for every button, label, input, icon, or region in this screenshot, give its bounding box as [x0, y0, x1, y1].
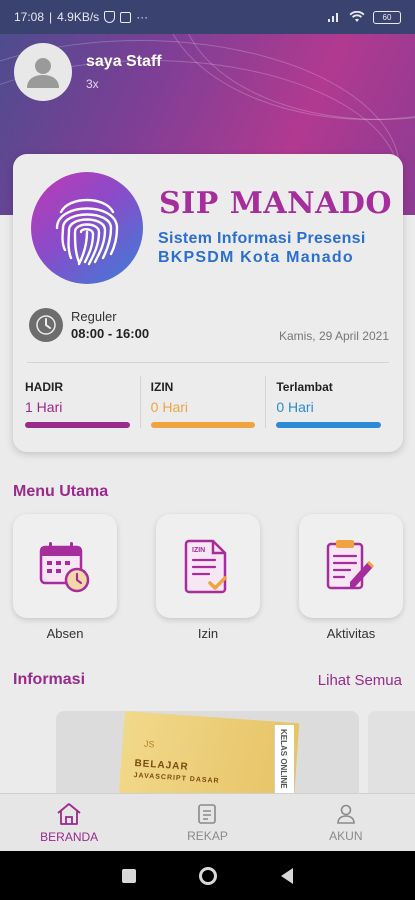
signal-icon — [328, 13, 338, 22]
more-notifications-icon: ··· — [136, 10, 149, 24]
home-button[interactable] — [199, 866, 218, 885]
app-title: SIP MANADO — [159, 186, 393, 221]
shift-name: Reguler — [71, 309, 117, 324]
nav-beranda[interactable]: BERANDA — [0, 794, 138, 851]
person-icon — [27, 58, 59, 88]
stat-label: IZIN — [150, 380, 174, 394]
wifi-icon — [349, 11, 365, 22]
document-check-icon: IZIN — [184, 539, 227, 594]
nav-akun[interactable]: AKUN — [277, 794, 415, 851]
stat-izin[interactable]: IZIN 0 Hari — [139, 376, 266, 428]
info-banner-card-next[interactable] — [368, 711, 415, 801]
app-subtitle-2: BKPSDM Kota Manado — [158, 249, 354, 266]
stat-bar — [150, 422, 256, 428]
profile-header[interactable]: saya Staff 3x — [14, 43, 162, 101]
user-icon — [337, 804, 355, 824]
clock-icon — [29, 308, 63, 342]
menu-aktivitas-label: Aktivitas — [326, 626, 376, 641]
menu-aktivitas-button[interactable] — [299, 514, 403, 618]
current-date: Kamis, 29 April 2021 — [278, 329, 389, 343]
attendance-card: SIP MANADO Sistem Informasi Presensi BKP… — [13, 154, 403, 452]
status-bar: 17:08 | 4.9KB/s ··· 60 — [0, 0, 415, 34]
menu-section-title: Menu Utama — [13, 483, 109, 500]
stat-value: 0 Hari — [276, 399, 314, 415]
nav-akun-label: AKUN — [329, 828, 363, 843]
user-name: saya Staff — [86, 53, 162, 70]
home-icon — [57, 802, 81, 825]
avatar[interactable] — [14, 43, 72, 101]
shift-time: 08:00 - 16:00 — [71, 326, 150, 341]
stat-label: Terlambat — [276, 380, 333, 394]
report-icon — [198, 803, 217, 824]
banner-logo: JS — [143, 738, 155, 750]
menu-absen-label: Absen — [46, 626, 84, 641]
banner-side: KELAS ONLINE — [274, 725, 294, 801]
attendance-stats: HADIR 1 Hari IZIN 0 Hari Terlambat 0 Har… — [25, 376, 391, 428]
message-icon — [120, 11, 132, 23]
menu-absen-button[interactable] — [13, 514, 117, 618]
stat-hadir[interactable]: HADIR 1 Hari — [25, 376, 140, 428]
nav-rekap-label: REKAP — [187, 828, 228, 843]
stat-value: 1 Hari — [25, 399, 63, 415]
status-time: 17:08 — [14, 10, 45, 24]
stat-terlambat[interactable]: Terlambat 0 Hari — [265, 376, 391, 428]
fingerprint-icon — [55, 198, 119, 266]
fingerprint-logo — [31, 172, 143, 284]
stat-label: HADIR — [25, 380, 63, 394]
banner-image — [117, 711, 300, 801]
clipboard-edit-icon — [326, 540, 375, 590]
menu-izin-label: Izin — [197, 626, 219, 641]
schedule-info: Reguler 08:00 - 16:00 — [29, 308, 149, 342]
info-section-title: Informasi — [13, 671, 86, 688]
app-subtitle-1: Sistem Informasi Presensi — [158, 230, 366, 247]
stat-bar — [276, 422, 382, 428]
calendar-clock-icon — [39, 542, 90, 593]
user-subtitle: 3x — [86, 77, 99, 91]
battery-icon: 60 — [373, 10, 401, 24]
shield-icon — [104, 11, 116, 23]
divider — [27, 362, 389, 363]
see-all-link[interactable]: Lihat Semua — [318, 672, 402, 689]
info-banner-card[interactable]: JS BELAJAR JAVASCRIPT DASAR KELAS ONLINE — [56, 711, 359, 801]
back-button[interactable] — [281, 867, 294, 884]
status-speed: 4.9KB/s — [57, 10, 100, 24]
stat-value: 0 Hari — [150, 399, 189, 415]
stat-bar — [25, 422, 130, 428]
menu-izin-button[interactable]: IZIN — [156, 514, 260, 618]
system-navigation-bar — [0, 851, 415, 900]
bottom-navigation: BERANDA REKAP AKUN — [0, 793, 415, 851]
banner-side-text: KELAS ONLINE — [279, 729, 288, 789]
nav-beranda-label: BERANDA — [40, 829, 99, 844]
svg-text:IZIN: IZIN — [192, 547, 205, 554]
recents-button[interactable] — [121, 868, 136, 883]
nav-rekap[interactable]: REKAP — [138, 794, 276, 851]
